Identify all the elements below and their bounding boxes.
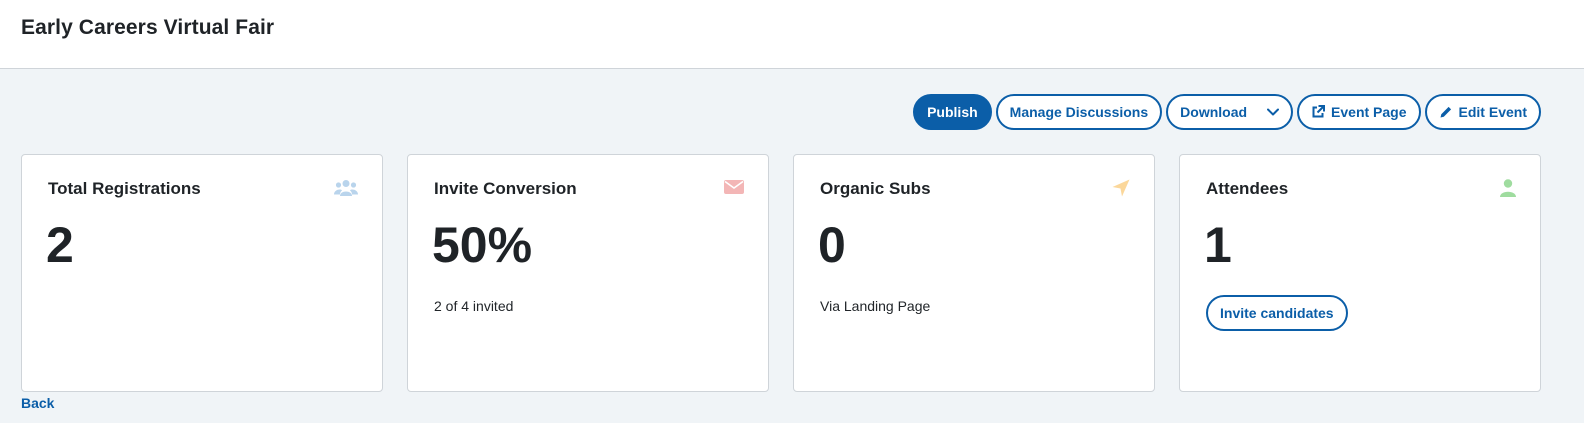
card-organic-subs: Organic Subs 0 Via Landing Page [793, 154, 1155, 392]
user-icon [1500, 179, 1516, 202]
card-title: Attendees [1206, 179, 1289, 198]
invite-candidates-label: Invite candidates [1220, 305, 1334, 321]
external-link-icon [1311, 105, 1326, 119]
chevron-down-icon [1267, 108, 1280, 116]
card-value: 2 [46, 217, 74, 273]
edit-event-label: Edit Event [1458, 104, 1527, 120]
card-title: Total Registrations [48, 179, 201, 198]
publish-button-label: Publish [927, 104, 978, 120]
download-label: Download [1180, 104, 1248, 120]
download-dropdown-button[interactable]: Download [1166, 94, 1294, 130]
card-title: Invite Conversion [434, 179, 577, 198]
card-value: 0 [818, 217, 846, 273]
card-total-registrations: Total Registrations 2 [21, 154, 383, 392]
paper-plane-icon [1112, 179, 1130, 202]
event-page-label: Event Page [1331, 104, 1407, 120]
event-page-button[interactable]: Event Page [1297, 94, 1421, 130]
publish-button[interactable]: Publish [913, 94, 992, 130]
envelope-icon [724, 179, 744, 200]
top-bar: Early Careers Virtual Fair [0, 0, 1584, 69]
stats-cards: Total Registrations 2 Invite Conversion … [21, 154, 1541, 392]
card-subtitle: Via Landing Page [820, 298, 931, 314]
invite-candidates-button[interactable]: Invite candidates [1206, 295, 1348, 331]
action-toolbar: Publish Manage Discussions Download Even… [913, 94, 1541, 130]
manage-discussions-label: Manage Discussions [1009, 104, 1149, 120]
edit-event-button[interactable]: Edit Event [1424, 94, 1541, 130]
card-invite-conversion: Invite Conversion 50% 2 of 4 invited [407, 154, 769, 392]
users-icon [334, 179, 358, 202]
back-link[interactable]: Back [21, 395, 54, 411]
card-title: Organic Subs [820, 179, 931, 198]
manage-discussions-button[interactable]: Manage Discussions [995, 94, 1163, 130]
card-attendees: Attendees 1 Invite candidates [1179, 154, 1541, 392]
page-title: Early Careers Virtual Fair [21, 16, 275, 39]
card-value: 50% [432, 217, 533, 273]
pencil-icon [1439, 105, 1453, 119]
card-value: 1 [1204, 217, 1232, 273]
card-subtitle: 2 of 4 invited [434, 298, 514, 314]
